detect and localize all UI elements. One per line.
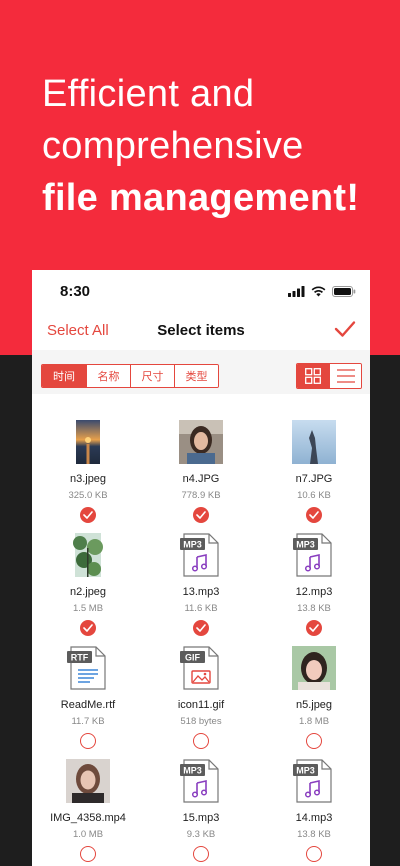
file-grid-item[interactable]: RTF ReadMe.rtf 11.7 KB [32, 641, 144, 754]
rtf-file-icon: RTF [66, 646, 110, 690]
grid-view-button[interactable] [297, 364, 329, 388]
unselected-checkbox[interactable] [80, 733, 96, 749]
file-name: n4.JPG [182, 473, 220, 485]
file-size: 1.0 MB [72, 829, 104, 840]
sort-tab-size[interactable]: 尺寸 [130, 365, 174, 387]
svg-text:MP3: MP3 [183, 540, 202, 550]
checkmark-icon [196, 624, 206, 632]
checkmark-icon [83, 511, 93, 519]
file-grid-item[interactable]: n4.JPG 778.9 KB [145, 415, 257, 528]
file-grid-item[interactable]: MP3 15.mp3 9.3 KB [145, 754, 257, 866]
file-size: 10.6 KB [297, 490, 331, 501]
file-name: n7.JPG [295, 473, 333, 485]
mp3-file-icon: MP3 [292, 533, 336, 577]
unselected-checkbox[interactable] [193, 846, 209, 862]
file-grid-item[interactable]: GIF icon11.gif 518 bytes [145, 641, 257, 754]
status-time: 8:30 [60, 283, 91, 300]
hero-line-3: file management! [42, 177, 360, 219]
file-name: n3.jpeg [69, 473, 107, 485]
status-indicators [288, 286, 356, 297]
selected-checkbox[interactable] [193, 620, 209, 636]
checkmark-icon [196, 511, 206, 519]
unselected-checkbox[interactable] [306, 846, 322, 862]
checkmark-icon [83, 624, 93, 632]
unselected-checkbox[interactable] [306, 733, 322, 749]
sort-toolbar: 时间 名称 尺寸 类型 [32, 350, 370, 394]
svg-text:MP3: MP3 [296, 540, 315, 550]
selected-checkbox[interactable] [80, 507, 96, 523]
selected-checkbox[interactable] [306, 620, 322, 636]
sort-tab-type[interactable]: 类型 [174, 365, 218, 387]
image-thumbnail [179, 420, 223, 464]
view-mode-toggle [296, 363, 362, 389]
status-bar: 8:30 [32, 270, 370, 314]
checkmark-icon [309, 511, 319, 519]
file-name: IMG_4358.mp4 [50, 812, 126, 824]
svg-text:MP3: MP3 [296, 766, 315, 776]
file-grid-item[interactable]: n3.jpeg 325.0 KB [32, 415, 144, 528]
gif-file-icon: GIF [179, 646, 223, 690]
file-name: 12.mp3 [295, 586, 333, 598]
phone-screen: 8:30 Select All Select items 时间 名称 尺寸 类型… [32, 270, 370, 866]
selected-checkbox[interactable] [80, 620, 96, 636]
svg-text:MP3: MP3 [183, 766, 202, 776]
file-size: 11.7 KB [71, 716, 105, 727]
image-thumbnail [66, 533, 110, 577]
file-size: 13.8 KB [297, 603, 331, 614]
hero-headline: Efficient and comprehensive file managem… [42, 68, 359, 224]
file-size: 9.3 KB [186, 829, 216, 840]
battery-icon [332, 286, 356, 297]
image-thumbnail [66, 420, 110, 464]
hero-line-1: Efficient and [42, 73, 255, 115]
file-grid-item[interactable]: IMG_4358.mp4 1.0 MB [32, 754, 144, 866]
file-name: n5.jpeg [295, 699, 333, 711]
file-size: 1.8 MB [298, 716, 330, 727]
file-name: ReadMe.rtf [60, 699, 116, 711]
selected-checkbox[interactable] [306, 507, 322, 523]
wifi-icon [311, 286, 326, 297]
hero-line-2: comprehensive [42, 125, 304, 167]
page-title: Select items [157, 322, 245, 339]
unselected-checkbox[interactable] [80, 846, 96, 862]
file-name: 14.mp3 [295, 812, 333, 824]
list-icon [336, 369, 355, 383]
sort-segmented-control: 时间 名称 尺寸 类型 [41, 364, 219, 388]
signal-icon [288, 286, 305, 297]
file-grid-item[interactable]: MP3 14.mp3 13.8 KB [258, 754, 370, 866]
file-size: 11.6 KB [184, 603, 218, 614]
file-size: 325.0 KB [68, 490, 108, 501]
selected-checkbox[interactable] [193, 507, 209, 523]
mp3-file-icon: MP3 [179, 759, 223, 803]
file-grid-item[interactable]: MP3 13.mp3 11.6 KB [145, 528, 257, 641]
file-grid-item[interactable]: MP3 12.mp3 13.8 KB [258, 528, 370, 641]
file-name: icon11.gif [177, 699, 225, 711]
svg-text:GIF: GIF [185, 653, 201, 663]
file-grid-item[interactable]: n7.JPG 10.6 KB [258, 415, 370, 528]
sort-tab-name[interactable]: 名称 [86, 365, 130, 387]
file-grid-item[interactable]: n5.jpeg 1.8 MB [258, 641, 370, 754]
image-thumbnail [292, 420, 336, 464]
file-grid-item[interactable]: n2.jpeg 1.5 MB [32, 528, 144, 641]
file-name: 15.mp3 [182, 812, 220, 824]
svg-text:RTF: RTF [71, 653, 89, 663]
grid-icon [305, 368, 321, 384]
file-size: 778.9 KB [181, 490, 221, 501]
navigation-bar: Select All Select items [32, 314, 370, 350]
sort-tab-time[interactable]: 时间 [42, 365, 86, 387]
file-name: 13.mp3 [182, 586, 220, 598]
checkmark-icon [334, 321, 356, 337]
file-size: 518 bytes [180, 716, 222, 727]
file-size: 1.5 MB [72, 603, 104, 614]
file-size: 13.8 KB [297, 829, 331, 840]
done-checkmark-button[interactable] [334, 320, 356, 343]
file-name: n2.jpeg [69, 586, 107, 598]
image-thumbnail [292, 646, 336, 690]
mp3-file-icon: MP3 [292, 759, 336, 803]
list-view-button[interactable] [329, 364, 361, 388]
mp3-file-icon: MP3 [179, 533, 223, 577]
checkmark-icon [309, 624, 319, 632]
unselected-checkbox[interactable] [193, 733, 209, 749]
image-thumbnail [66, 759, 110, 803]
